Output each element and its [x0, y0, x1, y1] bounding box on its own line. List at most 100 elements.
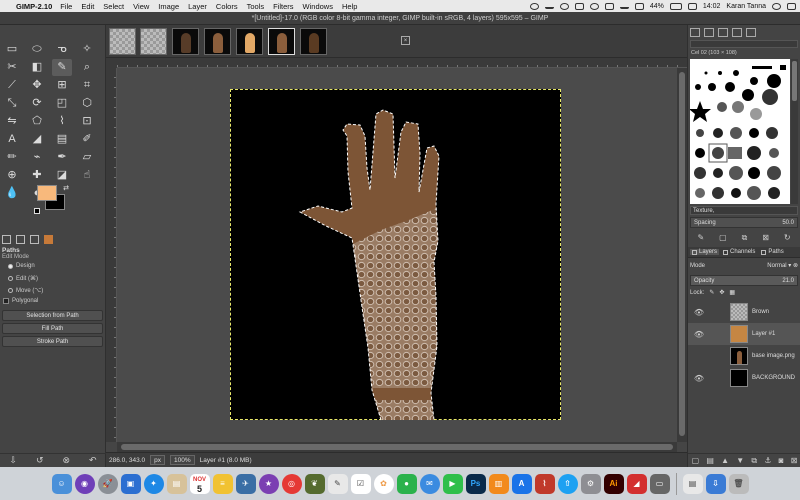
illustrator-icon[interactable]: Ai [603, 473, 624, 494]
fonts-tab-icon[interactable] [718, 28, 728, 37]
menu-app-name[interactable]: GIMP-2.10 [16, 2, 52, 11]
pencil-tool[interactable]: ✏ [2, 149, 22, 166]
gradients-tab-icon[interactable] [746, 28, 756, 37]
heal-tool[interactable]: ✚ [27, 167, 47, 184]
keyboard-icon[interactable] [687, 2, 697, 10]
reset-options-icon[interactable]: ↶ [89, 455, 97, 466]
rotate-tool[interactable]: ⟳ [27, 95, 47, 112]
move-tool[interactable]: ✥ [27, 77, 47, 94]
smudge-tool[interactable]: ☝ [77, 167, 97, 184]
siri-icon[interactable] [559, 2, 569, 10]
new-brush-icon[interactable]: ▢ [719, 233, 727, 243]
creative-cloud-icon[interactable] [529, 2, 539, 10]
brush-filter-input[interactable] [690, 40, 798, 48]
notes-icon[interactable]: ≡ [212, 473, 233, 494]
time-machine-icon[interactable] [589, 2, 599, 10]
fill-path-button[interactable]: Fill Path [2, 323, 103, 334]
trash-icon[interactable]: 🗑 [728, 473, 749, 494]
iphoto-icon[interactable]: ✈ [235, 473, 256, 494]
photoshop-icon[interactable]: Ps [465, 473, 486, 494]
images-tab-icon[interactable] [44, 235, 53, 244]
rect-select-tool[interactable]: ▭ [2, 41, 22, 58]
polygonal-checkbox[interactable]: Polygonal [3, 298, 38, 304]
brush-grid[interactable] [690, 59, 790, 204]
delete-layer-icon[interactable]: ⊠ [791, 456, 798, 465]
lasso-tool[interactable]: ᓀ [52, 41, 72, 58]
lock-alpha-icon[interactable]: ▦ [729, 289, 735, 296]
dropbox-icon[interactable] [544, 4, 554, 9]
migration-icon[interactable]: ⇧ [557, 473, 578, 494]
menu-tools[interactable]: Tools [247, 2, 265, 11]
horizontal-ruler[interactable] [117, 58, 687, 68]
paths-tool[interactable]: ✎ [52, 59, 72, 76]
layer-name[interactable]: BACKGROUND [752, 375, 795, 381]
airbrush-tool[interactable]: ⌁ [27, 149, 47, 166]
acrobat-icon[interactable]: ⌇ [534, 473, 555, 494]
tab-layers[interactable]: Layers [690, 249, 720, 255]
text-tool[interactable]: A [2, 131, 22, 148]
scroll-thumb[interactable] [679, 72, 685, 436]
paintbrush-tool[interactable]: ✐ [77, 131, 97, 148]
gradient-tool[interactable]: ▤ [52, 131, 72, 148]
facetime-icon[interactable]: ▶ [442, 473, 463, 494]
app-store-icon[interactable]: A [511, 473, 532, 494]
menu-layer[interactable]: Layer [188, 2, 207, 11]
delete-options-icon[interactable]: ⊗ [62, 455, 70, 466]
lower-layer-icon[interactable]: ▼ [736, 456, 744, 465]
screenshot-icon[interactable]: ▭ [649, 473, 670, 494]
chrome-icon[interactable]: ◎ [281, 473, 302, 494]
blur-tool[interactable]: 💧 [2, 185, 22, 202]
preview-icon[interactable]: ▣ [120, 473, 141, 494]
notification-center-icon[interactable] [787, 2, 796, 10]
align-tool[interactable]: ⊞ [52, 77, 72, 94]
menu-edit[interactable]: Edit [81, 2, 94, 11]
eye-icon[interactable]: 👁 [688, 374, 710, 383]
color-picker-tool[interactable]: ⟋ [2, 77, 22, 94]
bucket-fill-tool[interactable]: ◢ [27, 131, 47, 148]
brush-tag-input[interactable]: Texture, [690, 206, 798, 215]
save-options-icon[interactable]: ⇩ [9, 455, 17, 466]
image-thumb[interactable] [300, 28, 327, 55]
document-history-tab-icon[interactable] [732, 28, 742, 37]
handle-transform-tool[interactable]: ⊡ [77, 113, 97, 130]
clock[interactable]: 14:02 [703, 3, 721, 10]
ellipse-select-tool[interactable]: ⬭ [27, 41, 47, 58]
menu-select[interactable]: Select [103, 2, 124, 11]
refresh-brushes-icon[interactable]: ↻ [784, 233, 791, 243]
finder-icon[interactable]: ☺ [51, 473, 72, 494]
lock-position-icon[interactable]: ✥ [719, 289, 724, 296]
close-icon[interactable]: × [401, 36, 410, 45]
image-thumb[interactable] [109, 28, 136, 55]
device-status-tab-icon[interactable] [16, 235, 25, 244]
fuzzy-select-tool[interactable]: ✧ [77, 41, 97, 58]
podcasts-icon[interactable]: ★ [258, 473, 279, 494]
mode-move-radio[interactable]: Move (⌥) [8, 287, 43, 294]
menu-image[interactable]: Image [158, 2, 179, 11]
siri-app-icon[interactable]: ◉ [74, 473, 95, 494]
perspective-clone-tool[interactable]: ◪ [52, 167, 72, 184]
vertical-scrollbar[interactable] [677, 68, 687, 442]
scroll-thumb[interactable] [792, 61, 797, 101]
volume-icon[interactable] [634, 2, 644, 10]
menu-colors[interactable]: Colors [216, 2, 238, 11]
eye-icon[interactable]: 👁 [688, 308, 710, 317]
gimp-icon[interactable]: ❦ [304, 473, 325, 494]
user-name[interactable]: Karan Tanna [726, 3, 766, 10]
brush-scrollbar[interactable] [791, 59, 798, 204]
bluetooth-icon[interactable] [604, 2, 614, 10]
image-thumb[interactable] [204, 28, 231, 55]
messages-icon[interactable]: ● [396, 473, 417, 494]
menu-filters[interactable]: Filters [273, 2, 293, 11]
horizontal-scrollbar[interactable] [117, 442, 677, 452]
selection-from-path-button[interactable]: Selection from Path [2, 310, 103, 321]
anchor-layer-icon[interactable]: ⚓ [764, 456, 771, 465]
foreground-select-tool[interactable]: ◧ [27, 59, 47, 76]
spacing-slider[interactable]: Spacing 50.0 [690, 217, 798, 228]
mode-edit-radio[interactable]: Edit (⌘) [8, 275, 38, 282]
opacity-slider[interactable]: Opacity 21.0 [690, 275, 798, 286]
layer-row[interactable]: 👁 Brown [688, 301, 800, 323]
swap-colors-icon[interactable]: ⇄ [63, 184, 69, 192]
image-thumb-active[interactable] [268, 28, 295, 55]
image-thumb[interactable] [236, 28, 263, 55]
scroll-thumb[interactable] [121, 444, 673, 450]
